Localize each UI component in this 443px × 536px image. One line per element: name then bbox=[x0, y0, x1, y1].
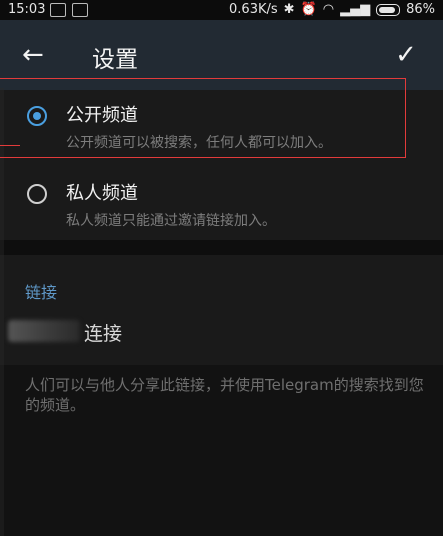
link-label: 连接 bbox=[84, 323, 123, 345]
section-divider bbox=[0, 240, 443, 255]
section-header-link: 链接 bbox=[25, 283, 58, 302]
bluetooth-icon: ✱ bbox=[283, 2, 295, 17]
status-time: 15:03 bbox=[8, 2, 46, 17]
battery-icon bbox=[376, 3, 401, 16]
confirm-check-icon[interactable]: ✓ bbox=[391, 40, 421, 70]
highlight-annotation-tick bbox=[0, 145, 20, 146]
blurred-link-prefix bbox=[8, 320, 80, 342]
signal-icon: ▂▄▆ bbox=[340, 2, 371, 17]
status-right: 0.63K/s ✱ ⏰ ◠ ▂▄▆ 86% bbox=[229, 2, 435, 17]
page-title: 设置 bbox=[92, 47, 138, 73]
link-row[interactable]: 连接 bbox=[0, 313, 443, 353]
link-panel: 链接 连接 bbox=[0, 255, 443, 365]
alarm-icon: ⏰ bbox=[300, 2, 317, 17]
image-notification-icon bbox=[50, 3, 66, 17]
network-speed: 0.63K/s bbox=[229, 2, 278, 17]
option-private-channel[interactable]: 私人频道 私人频道只能通过邀请链接加入。 bbox=[0, 168, 443, 240]
app-notification-icon bbox=[72, 3, 88, 17]
highlight-annotation bbox=[0, 78, 406, 158]
link-description: 人们可以与他人分享此链接，并使用Telegram的搜索找到您的频道。 bbox=[25, 376, 424, 414]
battery-percent: 86% bbox=[406, 2, 435, 17]
option-subtitle: 私人频道只能通过邀请链接加入。 bbox=[66, 213, 276, 229]
status-bar: 15:03 0.63K/s ✱ ⏰ ◠ ▂▄▆ 86% bbox=[0, 0, 443, 20]
wifi-icon: ◠ bbox=[322, 2, 335, 17]
option-title: 私人频道 bbox=[66, 183, 138, 204]
radio-unchecked-icon[interactable] bbox=[27, 184, 47, 204]
notification-icons bbox=[50, 3, 88, 17]
description-area: 人们可以与他人分享此链接，并使用Telegram的搜索找到您的频道。 bbox=[0, 365, 443, 536]
back-arrow-icon[interactable]: ← bbox=[22, 40, 52, 70]
